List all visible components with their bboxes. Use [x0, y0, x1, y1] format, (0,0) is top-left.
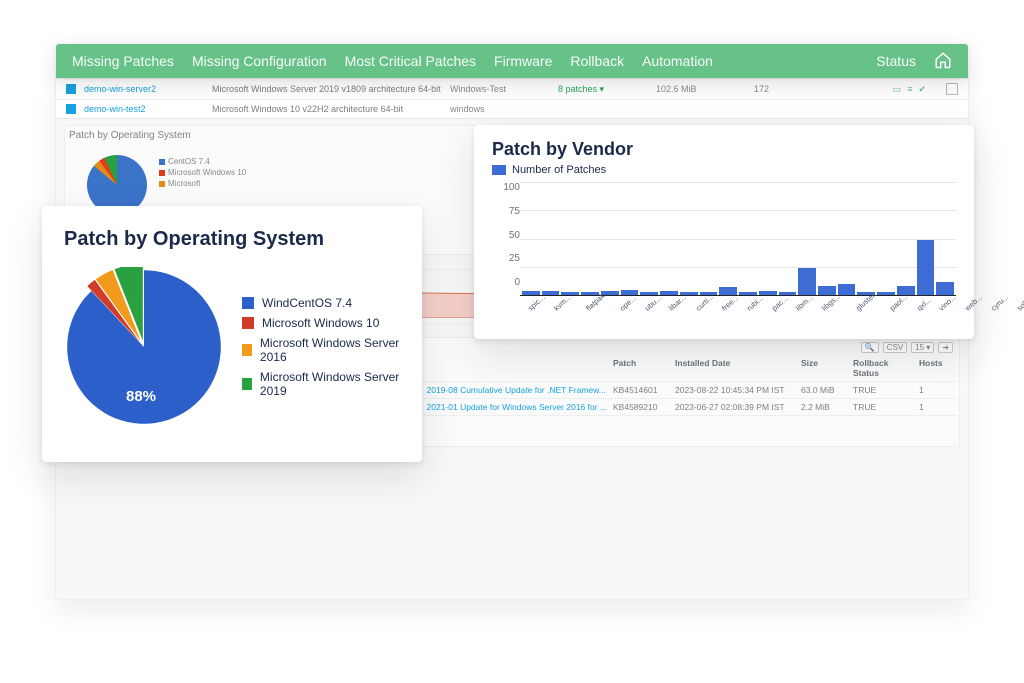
legend-swatch [242, 297, 254, 309]
x-tick [578, 306, 584, 313]
host-group: windows [450, 104, 550, 114]
host-row[interactable]: demo-win-server2 Microsoft Windows Serve… [56, 78, 968, 99]
x-tick: kvm... [552, 293, 573, 313]
y-tick: 50 [509, 230, 520, 241]
vendor-bar [739, 292, 757, 295]
x-tick: sqlite... [1015, 290, 1024, 313]
legend-item: Microsoft Windows Server 2019 [242, 370, 400, 398]
legend-swatch [242, 344, 252, 356]
x-tick: cyru... [989, 292, 1010, 312]
csv-button[interactable]: CSV [883, 342, 907, 353]
x-tick: free... [720, 293, 740, 313]
x-tick: spic... [526, 293, 547, 313]
legend-label: Microsoft Windows Server 2016 [260, 336, 400, 364]
host-os: Microsoft Windows 10 v22H2 architecture … [212, 104, 442, 114]
vendor-bar [759, 291, 777, 295]
check-icon[interactable]: ✔ [918, 84, 926, 95]
x-tick: ope... [618, 293, 638, 312]
legend-label: WindCentOS 7.4 [262, 296, 352, 310]
vendor-bar [917, 240, 935, 295]
mini-patches-table: 🔍 CSV 15 ▾ ➜ Patch Installed Date Size R… [420, 337, 960, 447]
legend-item: WindCentOS 7.4 [242, 296, 400, 310]
card-title: Patch by Vendor [492, 139, 956, 160]
host-size: 102.6 MiB [656, 84, 746, 94]
row-checkbox[interactable] [946, 83, 958, 95]
x-tick: paol... [888, 292, 909, 312]
table-row[interactable]: 2021-01 Update for Windows Server 2016 f… [423, 399, 957, 416]
nav-most-critical-patches[interactable]: Most Critical Patches [345, 53, 476, 69]
y-tick: 100 [503, 182, 520, 193]
host-os: Microsoft Windows Server 2019 v1809 arch… [212, 84, 442, 94]
vendor-bar [660, 291, 678, 295]
pagesize-select[interactable]: 15 ▾ [911, 342, 934, 353]
list-icon[interactable]: ≡ [907, 84, 912, 95]
panel-title: Patch by Operating System [69, 130, 191, 141]
x-tick: qxl... [915, 295, 933, 312]
card-title: Patch by Operating System [64, 228, 400, 251]
legend-item: Microsoft Windows 10 [242, 316, 400, 330]
os-legend: WindCentOS 7.4 Microsoft Windows 10 Micros… [242, 290, 400, 404]
x-tick: ubu... [643, 293, 663, 312]
vendor-bar [798, 268, 816, 296]
host-group: Windows-Test [450, 84, 550, 94]
x-tick: web... [963, 293, 984, 313]
x-tick: vino... [937, 293, 958, 313]
y-tick: 75 [509, 206, 520, 217]
vendor-bar [542, 291, 560, 295]
nav-firmware[interactable]: Firmware [494, 53, 552, 69]
top-nav: Missing Patches Missing Configuration Mo… [56, 44, 968, 78]
legend-label: Microsoft Windows 10 [262, 316, 379, 330]
nav-missing-patches[interactable]: Missing Patches [72, 53, 174, 69]
nav-automation[interactable]: Automation [642, 53, 713, 69]
host-name[interactable]: demo-win-server2 [84, 84, 204, 94]
legend-label: Number of Patches [512, 164, 606, 176]
x-tick: libar... [667, 293, 688, 313]
vendor-bar-chart: 100 75 50 25 0 spic...kvm...flatpak...op… [492, 178, 956, 318]
legend-swatch [242, 317, 254, 329]
host-name[interactable]: demo-win-test2 [84, 104, 204, 114]
nav-status[interactable]: Status [876, 53, 916, 69]
table-row[interactable]: 2019-08 Cumulative Update for .NET Frame… [423, 382, 957, 399]
os-pie-chart: 88% [64, 267, 224, 427]
x-tick: curti... [694, 292, 715, 312]
nav-missing-configuration[interactable]: Missing Configuration [192, 53, 327, 69]
legend-swatch [242, 378, 252, 390]
legend-swatch [492, 165, 506, 175]
host-count: 172 [754, 84, 824, 94]
home-icon[interactable] [934, 51, 952, 72]
card-patch-by-vendor: Patch by Vendor Number of Patches 100 75… [474, 125, 974, 339]
windows-icon [66, 104, 76, 114]
export-icon[interactable]: ➜ [938, 342, 953, 353]
y-tick: 25 [509, 253, 520, 264]
x-tick: pac... [770, 294, 790, 313]
x-tick: libm... [794, 293, 815, 313]
host-row[interactable]: demo-win-test2 Microsoft Windows 10 v22H… [56, 99, 968, 118]
card-patch-by-os: Patch by Operating System 88% WindCentOS… [42, 206, 422, 462]
legend-label: Microsoft Windows Server 2019 [260, 370, 400, 398]
vendor-bar [838, 284, 856, 295]
pie-pct-label: 88% [126, 388, 156, 405]
x-tick: rubi... [745, 293, 765, 312]
x-tick [848, 306, 854, 313]
search-btn[interactable]: 🔍 [861, 342, 879, 353]
monitor-icon[interactable]: ▭ [893, 84, 902, 95]
windows-icon [66, 84, 76, 94]
nav-rollback[interactable]: Rollback [570, 53, 624, 69]
legend-item: Microsoft Windows Server 2016 [242, 336, 400, 364]
host-patches[interactable]: 8 patches ▾ [558, 84, 648, 95]
